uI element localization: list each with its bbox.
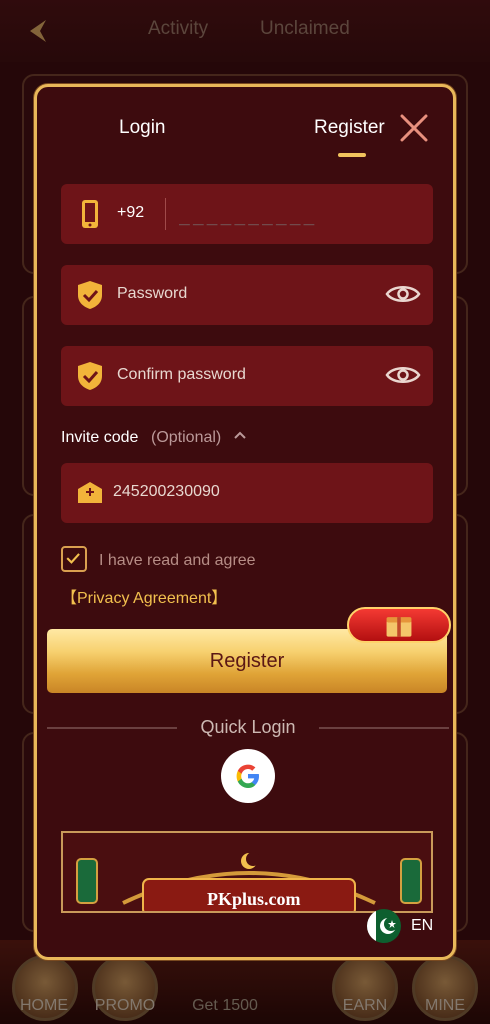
phone-input[interactable] <box>179 200 419 230</box>
google-icon <box>236 764 259 788</box>
check-icon <box>66 553 80 564</box>
field-divider <box>165 198 166 230</box>
privacy-agreement-link[interactable]: 【Privacy Agreement】 <box>61 584 227 608</box>
eye-icon[interactable] <box>385 282 421 306</box>
password-placeholder: Password <box>117 285 188 302</box>
confirm-password-placeholder: Confirm password <box>117 366 246 383</box>
tab-indicator <box>338 153 366 157</box>
tab-register[interactable]: Register <box>314 117 385 139</box>
invite-code-label: Invite code <box>61 429 139 446</box>
agree-checkbox[interactable] <box>61 546 87 572</box>
invite-code-field[interactable]: 245200230090 <box>61 463 433 523</box>
phone-field: +92 <box>61 184 433 244</box>
confirm-password-field[interactable]: Confirm password <box>61 346 433 406</box>
gift-icon <box>386 617 412 637</box>
quick-login-label: Quick Login <box>200 717 296 737</box>
banner-text: PKplus.com <box>207 889 301 909</box>
pakistan-flag-icon <box>367 909 401 943</box>
flag-graphic <box>367 909 398 943</box>
google-login-button[interactable] <box>221 749 275 803</box>
invite-code-value: 245200230090 <box>113 483 220 500</box>
envelope-icon <box>78 482 102 503</box>
tab-login[interactable]: Login <box>119 117 166 139</box>
register-modal: Login Register +92 Password Con <box>34 84 456 960</box>
agree-text: I have read and agree <box>99 552 256 569</box>
close-icon[interactable] <box>399 113 429 143</box>
promo-banner[interactable]: PKplus.com <box>61 831 433 913</box>
phone-icon <box>82 200 98 228</box>
invite-optional-label: (Optional) <box>151 429 222 446</box>
eye-icon[interactable] <box>385 363 421 387</box>
gift-badge <box>347 607 451 643</box>
password-field[interactable]: Password <box>61 265 433 325</box>
language-label: EN <box>411 917 434 934</box>
shield-check-icon <box>78 362 102 390</box>
shield-check-icon <box>78 281 102 309</box>
country-code[interactable]: +92 <box>117 204 144 222</box>
chevron-up-icon[interactable] <box>233 429 247 441</box>
